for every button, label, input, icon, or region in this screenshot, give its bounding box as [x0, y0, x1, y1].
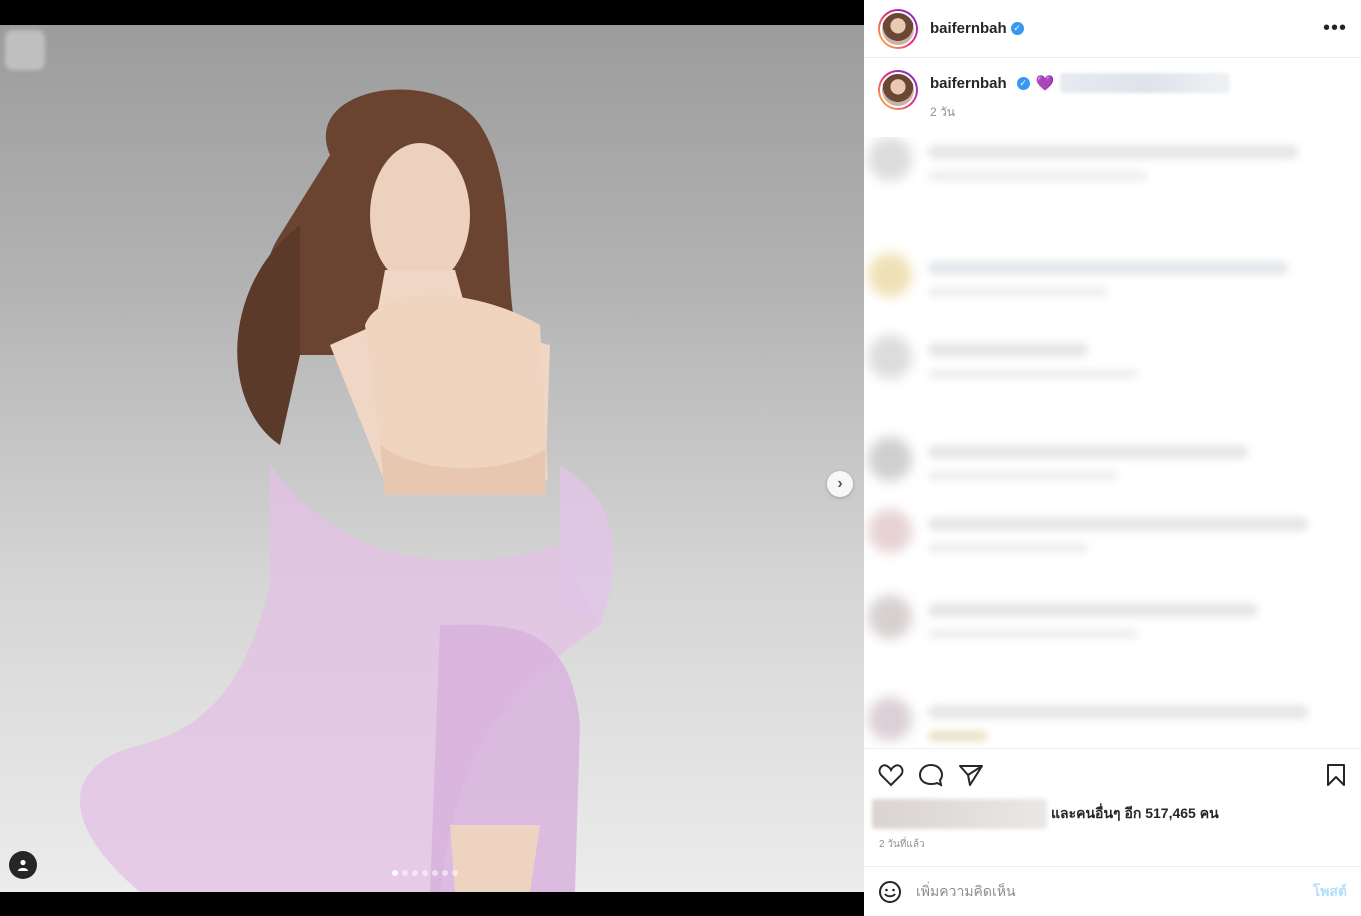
more-options-icon[interactable]: •••	[1323, 17, 1347, 40]
purple-heart-icon: 💜	[1035, 75, 1055, 92]
comment-item	[868, 335, 1353, 395]
user-icon	[18, 859, 28, 871]
liked-by-blurred	[872, 799, 1047, 829]
carousel-dot	[412, 870, 418, 876]
instagram-post-modal: › baifernbah ✓ ••• baifernbah ✓ 💜 2 วัน …	[0, 0, 1361, 916]
caption-avatar[interactable]	[878, 70, 918, 110]
carousel-dot	[432, 870, 438, 876]
comment-item	[868, 137, 1353, 197]
carousel-dot	[452, 870, 458, 876]
share-icon[interactable]	[958, 763, 984, 787]
carousel-next-button[interactable]: ›	[827, 471, 853, 497]
post-photo	[80, 89, 615, 892]
comment-item	[868, 253, 1353, 313]
caption: baifernbah ✓ 💜 2 วัน	[864, 58, 1361, 136]
verified-icon: ✓	[1010, 22, 1024, 35]
like-heart-icon[interactable]	[878, 763, 904, 787]
comment-item	[868, 437, 1353, 497]
post-comment-button[interactable]: โพสต์	[1313, 881, 1347, 903]
carousel-indicator	[392, 870, 458, 876]
chevron-right-icon: ›	[837, 475, 843, 492]
post-date: 2 วันที่แล้ว	[879, 839, 925, 850]
caption-time: 2 วัน	[930, 105, 955, 119]
post-header: baifernbah ✓ •••	[864, 0, 1361, 58]
likes-summary: และคนอื่นๆ อีก 517,465 คน	[864, 799, 1361, 829]
comment-item	[868, 509, 1353, 569]
comment-item	[868, 595, 1353, 655]
save-bookmark-icon[interactable]	[1325, 763, 1347, 787]
carousel-dot	[402, 870, 408, 876]
carousel-dot	[392, 870, 398, 876]
post-actions: และคนอื่นๆ อีก 517,465 คน 2 วันที่แล้ว	[864, 748, 1361, 866]
post-media[interactable]: ›	[0, 25, 864, 892]
post-side-panel: baifernbah ✓ ••• baifernbah ✓ 💜 2 วัน แล…	[864, 0, 1361, 916]
verified-icon: ✓	[1016, 76, 1030, 90]
author-username[interactable]: baifernbah	[930, 20, 1007, 37]
carousel-dot	[442, 870, 448, 876]
media-corner-badge	[5, 30, 45, 70]
comment-icon[interactable]	[918, 763, 944, 787]
likes-count-text[interactable]: และคนอื่นๆ อีก 517,465 คน	[1051, 803, 1219, 825]
add-comment-bar: เพิ่มความคิดเห็น โพสต์	[864, 866, 1361, 916]
caption-text-blurred	[1060, 73, 1231, 93]
caption-username[interactable]: baifernbah	[930, 75, 1007, 92]
tagged-users-button[interactable]	[9, 851, 37, 879]
avatar[interactable]	[878, 8, 918, 49]
emoji-icon[interactable]	[878, 880, 902, 904]
comments-list	[864, 137, 1361, 747]
comment-item	[868, 697, 1353, 747]
comment-input[interactable]: เพิ่มความคิดเห็น	[916, 881, 1016, 903]
carousel-dot	[422, 870, 428, 876]
